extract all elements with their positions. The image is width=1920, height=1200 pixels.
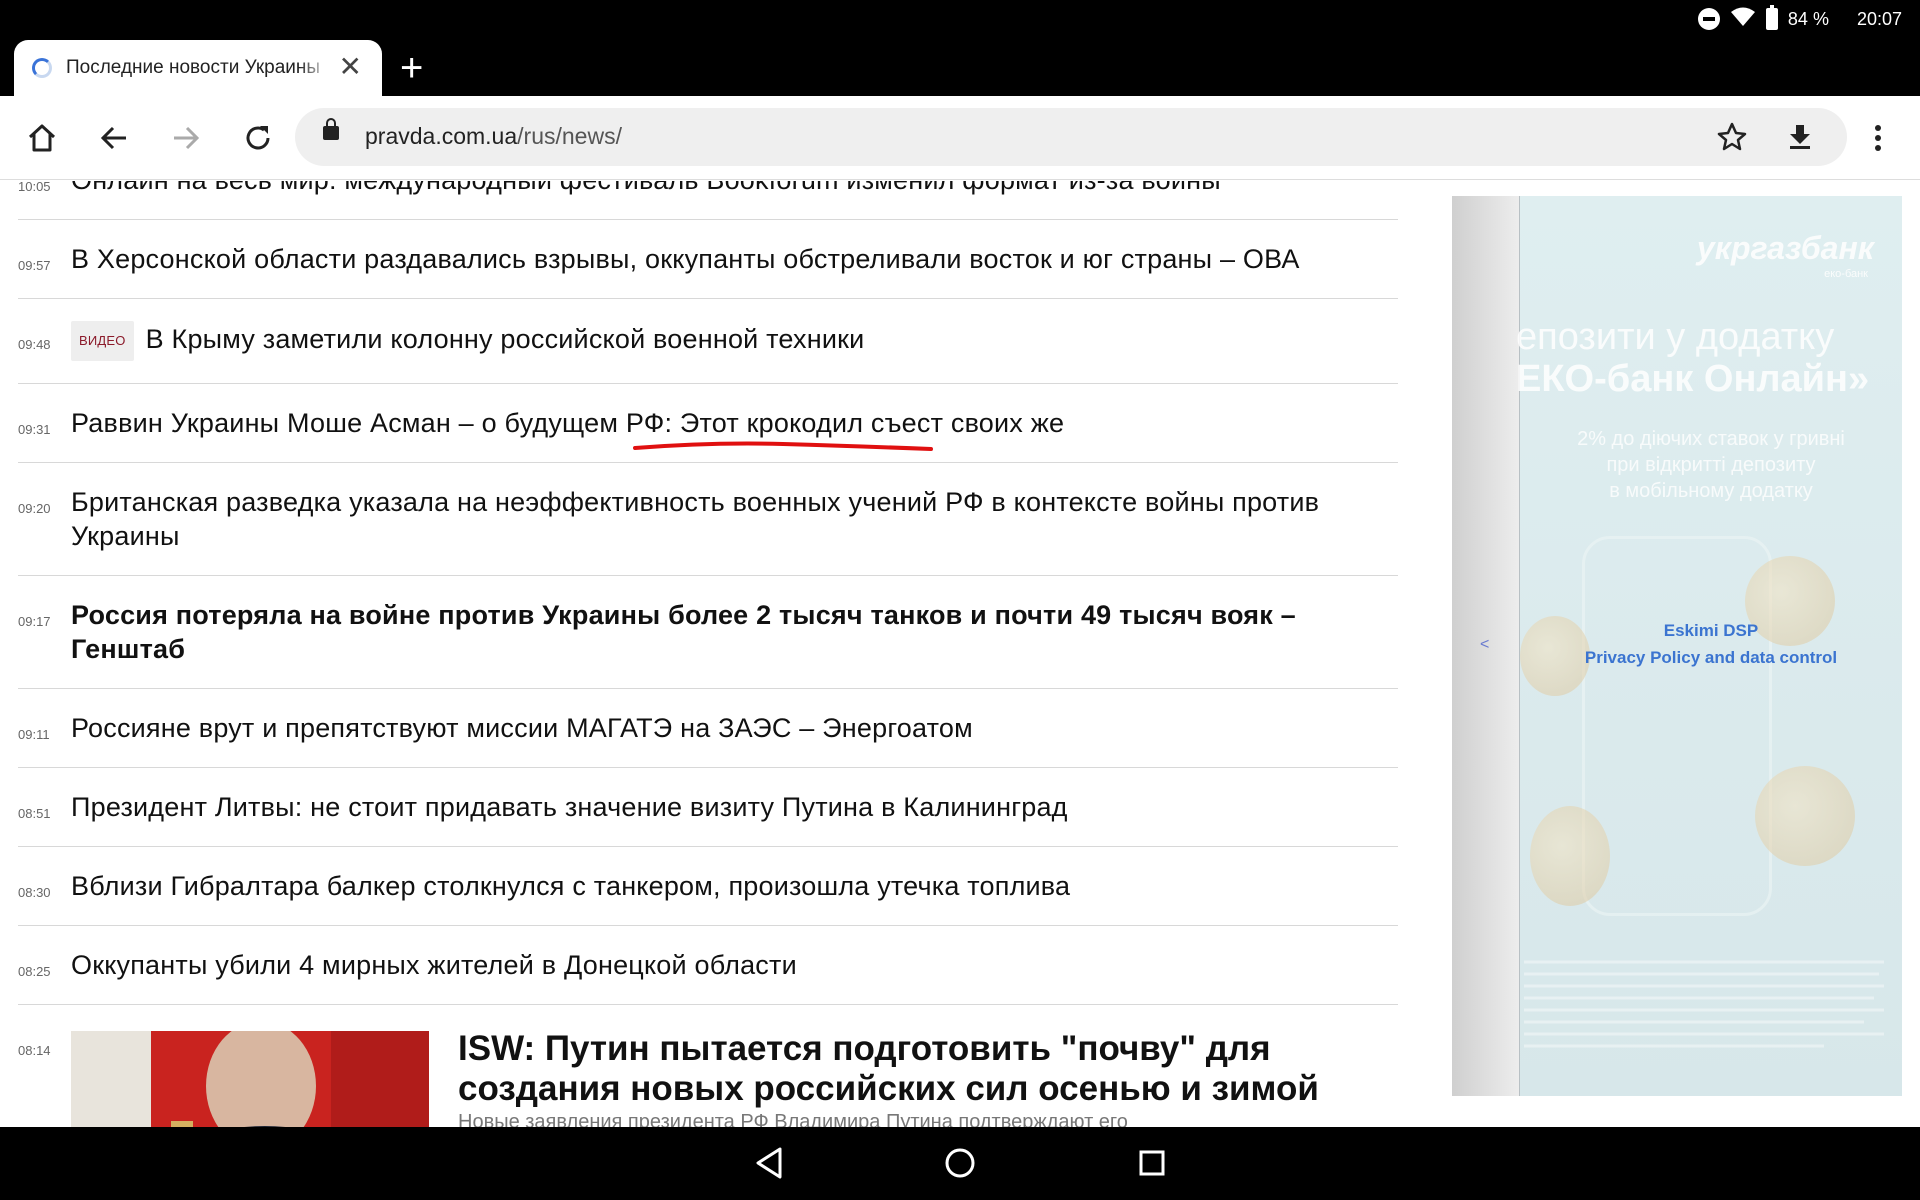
close-tab-button[interactable]: ✕ [339,52,362,82]
battery-icon [1765,5,1778,30]
ad-headline-1: епозити у додатку [1516,316,1835,358]
news-title[interactable]: Онлайн на весь мир: международный фестив… [71,181,1398,197]
loading-spinner-icon [32,58,52,78]
url-path: /rus/news/ [517,123,622,149]
nav-back-button[interactable] [750,1143,790,1183]
ad-privacy-link[interactable]: Privacy Policy and data control [1520,648,1902,668]
news-title[interactable]: Россияне врут и препятствуют миссии МАГА… [71,711,1398,745]
ad-text-3: в мобільному додатку [1609,480,1813,502]
news-title[interactable]: Оккупанты убили 4 мирных жителей в Донец… [71,948,1398,982]
url-text[interactable]: pravda.com.ua/rus/news/ [365,123,622,150]
browser-tab[interactable]: Последние новости Украины ✕ [14,40,382,96]
wifi-icon [1730,6,1756,33]
reload-icon [246,126,270,150]
triangle-back-icon [756,1147,782,1179]
news-time: 09:11 [18,727,50,742]
system-status-bar: 84 % 20:07 [0,0,1920,38]
ad-banner[interactable]: < укргазбанк еко-банк епозити у додатку … [1452,196,1902,1096]
battery-level: 84 % [1787,8,1829,29]
news-item[interactable]: 10:05 Онлайн на весь мир: международный … [18,181,1398,220]
news-title[interactable]: Раввин Украины Моше Асман – о будущем РФ… [71,406,1398,440]
news-title[interactable]: Президент Литвы: не стоит придавать знач… [71,790,1398,824]
news-time: 10:05 [18,181,51,194]
download-button[interactable] [1785,122,1815,157]
news-item[interactable]: 08:25 Оккупанты убили 4 мирных жителей в… [18,926,1398,1005]
news-title[interactable]: Британская разведка указала на неэффекти… [71,485,1398,553]
news-item[interactable]: 09:11 Россияне врут и препятствуют мисси… [18,689,1398,768]
ad-expand-arrow[interactable]: < [1480,636,1489,654]
lock-icon [323,118,339,140]
home-icon [28,124,56,152]
new-tab-button[interactable]: + [400,46,423,90]
news-time: 08:51 [18,806,51,821]
video-badge: ВИДЕО [71,321,134,361]
star-icon [1717,122,1747,151]
download-icon [1790,125,1810,149]
news-item[interactable]: 09:17 Россия потеряла на войне против Ук… [18,576,1398,689]
square-recents-icon [1139,1150,1165,1176]
news-list: 10:05 Онлайн на весь мир: международный … [18,181,1398,1127]
forward-button[interactable] [162,114,210,162]
news-time: 09:57 [18,258,51,273]
ad-brand-sub: еко-банк [1824,268,1868,280]
news-time: 09:17 [18,614,51,629]
news-title[interactable]: В Крыму заметили колонну российской воен… [146,324,865,354]
bookmark-star-button[interactable] [1717,122,1747,157]
coin-illustration [1530,806,1610,906]
page-content: 10:05 Онлайн на весь мир: международный … [0,181,1920,1127]
ad-brand-logo: укргазбанк [1696,230,1874,266]
news-time: 08:14 [18,1043,51,1058]
news-item[interactable]: 09:31 Раввин Украины Моше Асман – о буду… [18,384,1398,463]
news-time: 09:20 [18,501,51,516]
news-item[interactable]: 09:20 Британская разведка указала на неэ… [18,463,1398,576]
address-bar[interactable]: pravda.com.ua/rus/news/ [295,108,1847,166]
ad-provider-link[interactable]: Eskimi DSP [1520,621,1902,641]
featured-news-title[interactable]: ISW: Путин пытается подготовить "почву" … [458,1029,1358,1109]
tab-strip: Последние новости Украины ✕ + [0,38,1920,96]
featured-news-photo[interactable] [71,1031,429,1127]
coin-illustration [1755,766,1855,866]
tab-title: Последние новости Украины [66,57,321,78]
news-item[interactable]: 09:57 В Херсонской области раздавались в… [18,220,1398,299]
ad-text-2: при відкритті депозиту [1606,454,1816,476]
arrow-right-icon [174,126,200,150]
more-vert-icon [1875,125,1881,151]
nav-home-button[interactable] [940,1143,980,1183]
circle-home-icon [945,1148,975,1178]
red-underline-annotation [633,441,933,451]
url-host: pravda.com.ua [365,123,518,149]
ad-text-1: 2% до діючих ставок у гривні [1577,428,1845,450]
ad-collapse-strip[interactable]: < [1452,196,1520,1096]
news-title[interactable]: В Херсонской области раздавались взрывы,… [71,242,1398,276]
news-item[interactable]: 08:30 Вблизи Гибралтара балкер столкнулс… [18,847,1398,926]
system-navigation-bar [0,1127,1920,1200]
news-title[interactable]: Россия потеряла на войне против Украины … [71,598,1398,666]
news-item[interactable]: 08:51 Президент Литвы: не стоит придават… [18,768,1398,847]
ad-headline-2: ЕКО-банк Онлайн» [1516,358,1870,400]
featured-news-item[interactable]: 08:14 ISW: Путин пытается подготовить "п… [18,1005,1398,1127]
phone-illustration [1582,536,1772,916]
ad-creative[interactable]: укргазбанк еко-банк епозити у додатку ЕК… [1516,196,1902,1096]
back-button[interactable] [90,114,138,162]
arrow-left-icon [100,126,126,150]
menu-button[interactable] [1854,114,1902,162]
news-item[interactable]: 09:48 ВИДЕО В Крыму заметили колонну росс… [18,299,1398,384]
browser-toolbar: pravda.com.ua/rus/news/ [0,96,1920,180]
nav-recents-button[interactable] [1132,1143,1172,1183]
reload-button[interactable] [234,114,282,162]
news-time: 08:30 [18,885,51,900]
news-time: 08:25 [18,964,51,979]
news-time: 09:31 [18,422,51,437]
do-not-disturb-icon [1697,8,1720,30]
news-time: 09:48 [18,337,51,352]
news-title[interactable]: Вблизи Гибралтара балкер столкнулся с та… [71,869,1398,903]
home-button[interactable] [18,114,66,162]
clock: 20:07 [1856,8,1902,29]
featured-news-subtitle: Новые заявления президента РФ Владимира … [458,1111,1128,1127]
ad-disclaimer [1524,956,1894,1070]
